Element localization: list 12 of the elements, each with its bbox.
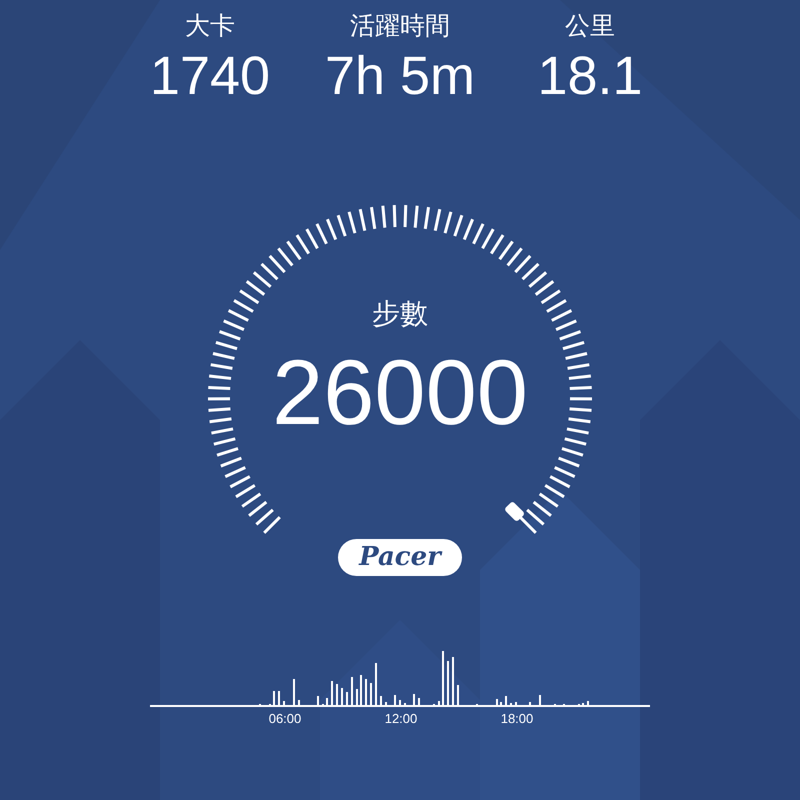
time-label: 06:00 [268, 710, 302, 728]
gauge-label: 步數 [372, 297, 428, 331]
stat-label: 活躍時間 [350, 11, 450, 42]
time-label: 18:00 [500, 710, 534, 728]
stat-value: 7h 5m [324, 45, 476, 108]
pacer-logo: Pacer [338, 539, 462, 576]
time-label: 12:00 [384, 710, 418, 728]
step-count: 26000 [272, 341, 528, 446]
stat-label: 公里 [565, 11, 615, 42]
stat-label: 大卡 [185, 11, 235, 42]
stat-value: 18.1 [537, 45, 643, 108]
stat-value: 1740 [150, 45, 270, 108]
